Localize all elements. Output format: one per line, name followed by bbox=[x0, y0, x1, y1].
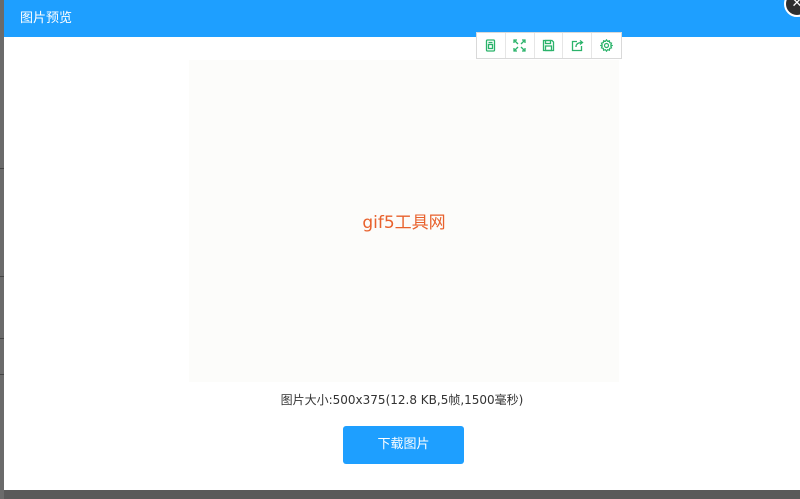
dialog-header[interactable]: 图片预览 bbox=[4, 0, 800, 37]
preview-image-text: gif5工具网 bbox=[362, 213, 446, 233]
settings-icon bbox=[600, 39, 614, 52]
share-button[interactable] bbox=[563, 33, 593, 58]
page-icon bbox=[486, 39, 496, 52]
save-icon bbox=[542, 39, 555, 52]
image-preview-dialog: 图片预览 gif5工具网 图片大小:500x375(12.8 KB,5帧,150… bbox=[4, 0, 800, 490]
save-button[interactable] bbox=[535, 33, 564, 58]
fullscreen-button[interactable] bbox=[506, 33, 535, 58]
page-button[interactable] bbox=[477, 33, 506, 58]
download-button[interactable]: 下载图片 bbox=[343, 426, 464, 464]
image-info: 图片大小:500x375(12.8 KB,5帧,1500毫秒) bbox=[280, 393, 524, 407]
settings-button[interactable] bbox=[592, 33, 621, 58]
dialog-title: 图片预览 bbox=[20, 11, 73, 26]
share-icon bbox=[571, 39, 584, 52]
close-icon: ✕ bbox=[791, 0, 800, 11]
preview-toolbar bbox=[476, 32, 622, 59]
fullscreen-icon bbox=[513, 39, 526, 52]
preview-image: gif5工具网 bbox=[189, 60, 619, 382]
